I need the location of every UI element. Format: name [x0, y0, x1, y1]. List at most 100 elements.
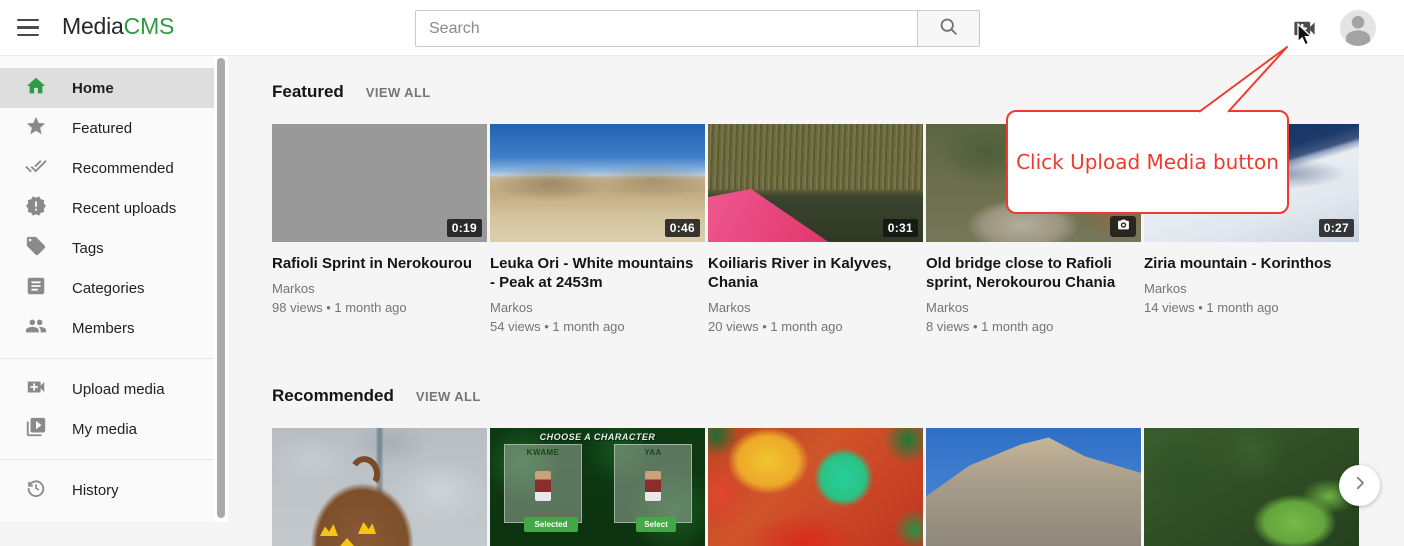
video-author: Markos	[1144, 280, 1359, 298]
thumbnail-art-text: KWAME	[505, 448, 581, 457]
sidebar-item-tags[interactable]: Tags	[0, 228, 214, 268]
section-title-featured: Featured	[272, 82, 344, 102]
video-call-icon	[1291, 29, 1318, 46]
section-title-recommended: Recommended	[272, 386, 394, 406]
sidebar: Home Featured Recommended Recent uploads…	[0, 56, 214, 522]
sidebar-item-members[interactable]: Members	[0, 308, 214, 348]
search-bar	[415, 10, 980, 47]
carousel-next-button[interactable]	[1339, 465, 1380, 506]
menu-hamburger-icon[interactable]	[17, 19, 39, 36]
photo-title[interactable]: Old bridge close to Rafioli sprint, Nero…	[926, 254, 1133, 292]
thumbnail-art: YAA	[614, 444, 692, 523]
thumbnail-art-text: Selected	[524, 517, 578, 532]
video-title[interactable]: Rafioli Sprint in Nerokourou	[272, 254, 479, 273]
video-card	[272, 428, 487, 546]
featured-view-all-link[interactable]: VIEW ALL	[366, 85, 431, 100]
featured-section-header: Featured VIEW ALL	[272, 82, 1404, 102]
thumbnail-art	[340, 538, 354, 546]
video-call-icon	[25, 376, 47, 402]
video-meta: 54 views • 1 month ago	[490, 317, 705, 336]
sidebar-label: History	[72, 482, 119, 499]
sidebar-item-recent-uploads[interactable]: Recent uploads	[0, 188, 214, 228]
video-thumbnail[interactable]: CHOOSE A CHARACTER KWAME YAA Selected Se…	[490, 428, 705, 546]
star-icon	[25, 115, 47, 141]
sidebar-item-recommended[interactable]: Recommended	[0, 148, 214, 188]
logo-media: Media	[62, 13, 124, 39]
recommended-card-row: CHOOSE A CHARACTER KWAME YAA Selected Se…	[272, 428, 1404, 546]
chevron-right-icon	[1351, 474, 1369, 497]
photo-meta: 8 views • 1 month ago	[926, 317, 1141, 336]
video-library-icon	[25, 416, 47, 442]
person-icon	[1340, 33, 1376, 46]
camera-icon	[1117, 218, 1130, 236]
top-bar: MediaCMS	[0, 0, 1404, 56]
sidebar-item-my-media[interactable]: My media	[0, 409, 214, 449]
duration-badge: 0:27	[1319, 219, 1354, 237]
sidebar-divider	[0, 358, 214, 359]
thumbnail-art-text: CHOOSE A CHARACTER	[490, 432, 705, 442]
search-icon	[938, 16, 959, 42]
sidebar-scrollbar-thumb[interactable]	[217, 58, 225, 518]
video-thumbnail[interactable]	[1144, 428, 1359, 546]
thumbnail-art	[320, 524, 338, 536]
sidebar-scrollbar-track	[214, 56, 228, 522]
search-input[interactable]	[415, 10, 917, 47]
thumbnail-art	[358, 522, 376, 534]
video-meta: 14 views • 1 month ago	[1144, 298, 1359, 317]
video-title[interactable]: Leuka Ori - White mountains - Peak at 24…	[490, 254, 697, 292]
search-button[interactable]	[917, 10, 980, 47]
sidebar-label: Recent uploads	[72, 200, 176, 217]
video-thumbnail[interactable]: 0:31	[708, 124, 923, 242]
thumbnail-art	[926, 428, 1141, 546]
duration-badge: 0:46	[665, 219, 700, 237]
video-thumbnail[interactable]	[926, 428, 1141, 546]
history-icon	[25, 477, 47, 503]
sidebar-label: Members	[72, 320, 135, 337]
sidebar-item-featured[interactable]: Featured	[0, 108, 214, 148]
video-title[interactable]: Ziria mountain - Korinthos	[1144, 254, 1351, 273]
sidebar-item-categories[interactable]: Categories	[0, 268, 214, 308]
recommended-section-header: Recommended VIEW ALL	[272, 386, 1404, 406]
sidebar-label: My media	[72, 421, 137, 438]
logo-cms: CMS	[124, 13, 175, 39]
annotation-text: Click Upload Media button	[1016, 150, 1279, 174]
recommended-view-all-link[interactable]: VIEW ALL	[416, 389, 481, 404]
video-thumbnail[interactable]: 0:19	[272, 124, 487, 242]
video-card: 0:19 Rafioli Sprint in Nerokourou Markos…	[272, 124, 487, 336]
thumbnail-art	[347, 453, 383, 492]
annotation-callout: Click Upload Media button	[1006, 110, 1289, 214]
camera-badge	[1110, 216, 1136, 237]
video-meta: 98 views • 1 month ago	[272, 298, 487, 317]
video-author: Markos	[272, 280, 487, 298]
new-releases-icon	[25, 195, 47, 221]
video-card	[708, 428, 923, 546]
thumbnail-art-text: YAA	[615, 448, 691, 457]
sidebar-label: Home	[72, 80, 114, 97]
sidebar-item-history[interactable]: History	[0, 470, 214, 510]
sidebar-item-home[interactable]: Home	[0, 68, 214, 108]
user-avatar[interactable]	[1340, 10, 1376, 46]
sidebar-label: Recommended	[72, 160, 174, 177]
video-card: CHOOSE A CHARACTER KWAME YAA Selected Se…	[490, 428, 705, 546]
thumbnail-art	[708, 124, 923, 190]
app-logo[interactable]: MediaCMS	[62, 13, 174, 40]
categories-icon	[25, 275, 47, 301]
video-card	[926, 428, 1141, 546]
tag-icon	[25, 235, 47, 261]
video-thumbnail[interactable]: 0:46	[490, 124, 705, 242]
sidebar-item-upload-media[interactable]: Upload media	[0, 369, 214, 409]
thumbnail-art	[535, 471, 551, 501]
sidebar-label: Featured	[72, 120, 132, 137]
thumbnail-art-text: Select	[636, 517, 676, 532]
photo-author: Markos	[926, 299, 1141, 317]
upload-media-button[interactable]	[1291, 15, 1319, 41]
duration-badge: 0:31	[883, 219, 918, 237]
video-thumbnail[interactable]	[272, 428, 487, 546]
people-icon	[25, 315, 47, 341]
video-title[interactable]: Koiliaris River in Kalyves, Chania	[708, 254, 915, 292]
video-thumbnail[interactable]	[708, 428, 923, 546]
video-card: 0:46 Leuka Ori - White mountains - Peak …	[490, 124, 705, 336]
video-author: Markos	[490, 299, 705, 317]
video-meta: 20 views • 1 month ago	[708, 317, 923, 336]
sidebar-divider	[0, 459, 214, 460]
